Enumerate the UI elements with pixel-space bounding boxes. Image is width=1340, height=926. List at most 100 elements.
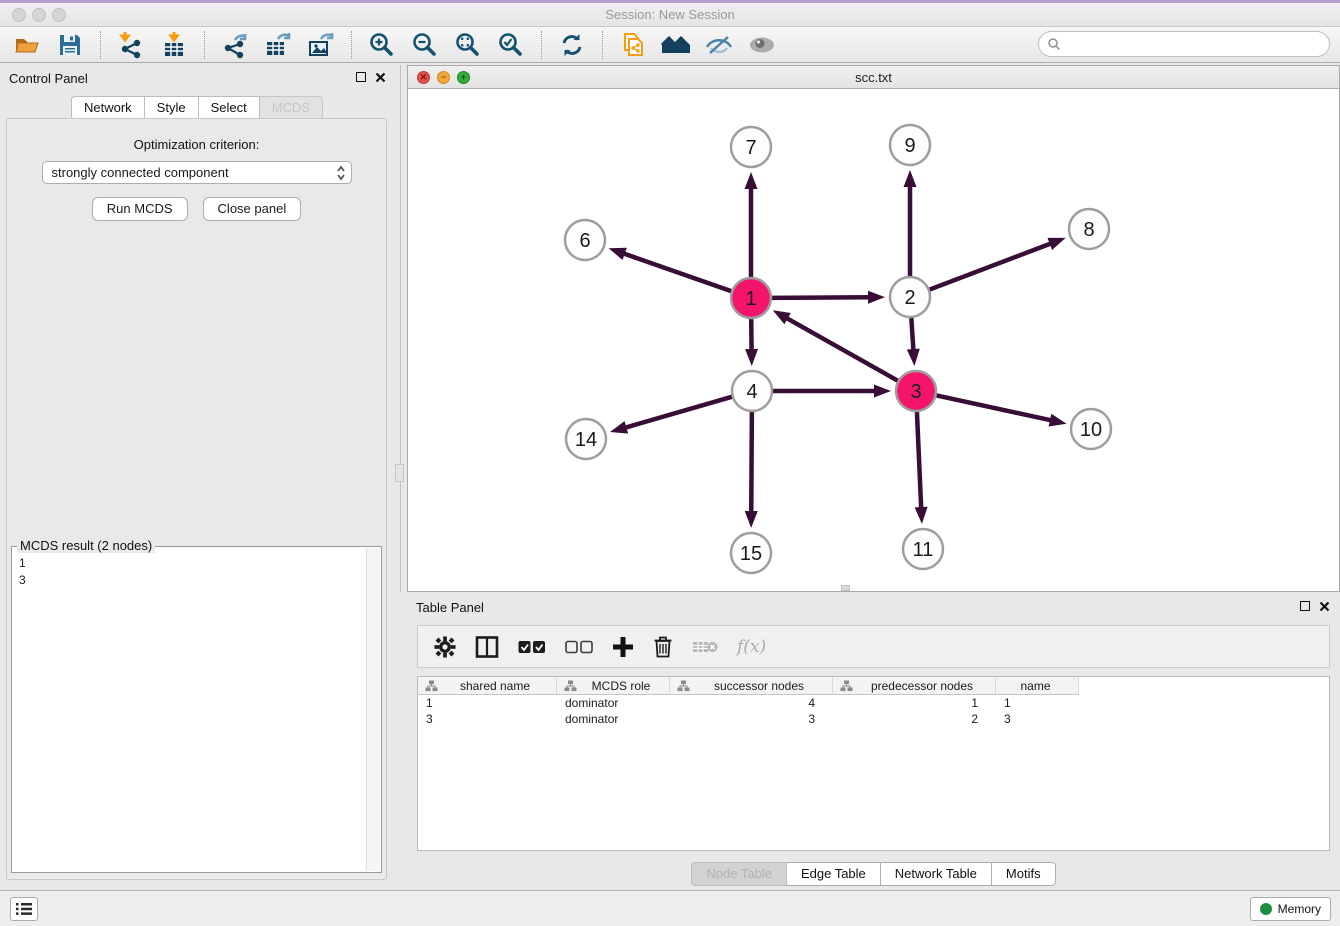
add-column-icon[interactable] xyxy=(612,636,634,658)
mcds-result-scrollbar[interactable] xyxy=(366,548,380,871)
graph-edge-arrow-4-14 xyxy=(610,421,628,433)
graph-node-2[interactable]: 2 xyxy=(890,277,930,317)
table-cell[interactable]: 1 xyxy=(418,695,557,711)
graph-edge-4-14[interactable] xyxy=(623,397,731,428)
export-network-icon[interactable] xyxy=(220,30,250,60)
table-cell[interactable]: 3 xyxy=(670,711,833,727)
float-panel-icon[interactable] xyxy=(356,72,366,82)
delete-column-icon[interactable] xyxy=(653,635,673,658)
import-table-icon[interactable] xyxy=(159,30,189,60)
memory-button[interactable]: Memory xyxy=(1250,897,1331,921)
tab-select[interactable]: Select xyxy=(199,96,260,120)
graph-edge-arrow-1-7 xyxy=(745,172,758,189)
graph-node-11[interactable]: 11 xyxy=(903,529,943,569)
table-cell[interactable]: dominator xyxy=(557,695,670,711)
copy-current-view-icon[interactable] xyxy=(618,30,648,60)
graph-node-3[interactable]: 3 xyxy=(896,371,936,411)
node-table[interactable]: shared nameMCDS rolesuccessor nodesprede… xyxy=(417,676,1330,851)
table-cell[interactable]: 1 xyxy=(833,695,996,711)
export-table-icon[interactable] xyxy=(263,30,293,60)
column-header-name[interactable]: name xyxy=(996,677,1079,695)
column-header-predecessor-nodes[interactable]: predecessor nodes xyxy=(833,677,996,695)
function-builder-icon[interactable]: f(x) xyxy=(737,637,766,657)
zoom-out-icon[interactable] xyxy=(410,30,440,60)
tab-network[interactable]: Network xyxy=(71,96,145,120)
table-cell[interactable]: 3 xyxy=(418,711,557,727)
graph-node-6[interactable]: 6 xyxy=(565,220,605,260)
open-session-icon[interactable] xyxy=(12,30,42,60)
tab-network-table[interactable]: Network Table xyxy=(881,862,992,886)
toolbar-separator xyxy=(602,31,603,59)
close-panel-button[interactable]: Close panel xyxy=(203,197,302,221)
graph-edge-1-6[interactable] xyxy=(622,253,731,291)
zoom-selected-icon[interactable] xyxy=(496,30,526,60)
float-table-panel-icon[interactable] xyxy=(1300,601,1310,611)
select-all-checkboxes-icon[interactable] xyxy=(518,640,546,654)
import-network-icon[interactable] xyxy=(116,30,146,60)
graph-edge-4-15[interactable] xyxy=(751,412,752,514)
graph-node-7[interactable]: 7 xyxy=(731,127,771,167)
tab-edge-table[interactable]: Edge Table xyxy=(787,862,881,886)
zoom-fit-icon[interactable] xyxy=(453,30,483,60)
close-panel-icon[interactable] xyxy=(375,72,386,83)
svg-text:9: 9 xyxy=(904,135,915,157)
optimization-criterion-select[interactable]: strongly connected component xyxy=(42,161,352,184)
column-header-successor-nodes[interactable]: successor nodes xyxy=(670,677,833,695)
network-canvas[interactable]: 7 9 6 8 1 2 4 3 14 10 15 11 xyxy=(408,89,1339,591)
graph-edge-3-1[interactable] xyxy=(785,317,898,381)
table-row[interactable]: 1dominator411 xyxy=(418,695,1329,711)
horizontal-splitter-handle[interactable] xyxy=(841,585,850,591)
refresh-icon[interactable] xyxy=(557,30,587,60)
column-layout-icon[interactable] xyxy=(475,636,499,658)
graph-node-8[interactable]: 8 xyxy=(1069,209,1109,249)
table-row[interactable]: 3dominator323 xyxy=(418,711,1329,727)
table-cell[interactable]: 3 xyxy=(996,711,1079,727)
graph-edge-3-10[interactable] xyxy=(937,395,1053,420)
table-cell[interactable]: 2 xyxy=(833,711,996,727)
network-graph[interactable]: 7 9 6 8 1 2 4 3 14 10 15 11 xyxy=(408,89,1339,591)
search-box[interactable] xyxy=(1038,31,1330,57)
column-header-shared-name[interactable]: shared name xyxy=(418,677,557,695)
table-cell[interactable]: 1 xyxy=(996,695,1079,711)
graph-edge-2-3[interactable] xyxy=(911,318,913,352)
save-session-icon[interactable] xyxy=(55,30,85,60)
first-neighbors-home-icon[interactable] xyxy=(661,30,691,60)
tab-node-table[interactable]: Node Table xyxy=(691,862,787,886)
vertical-splitter[interactable] xyxy=(400,65,401,592)
mcds-result-text[interactable]: 1 3 xyxy=(13,551,365,871)
deselect-all-checkboxes-icon[interactable] xyxy=(565,640,593,654)
graph-edge-arrow-4-15 xyxy=(745,511,758,528)
search-input[interactable] xyxy=(1066,34,1329,54)
graph-node-14[interactable]: 14 xyxy=(566,419,606,459)
run-mcds-button[interactable]: Run MCDS xyxy=(92,197,188,221)
delete-table-icon[interactable] xyxy=(692,639,718,655)
graph-node-1[interactable]: 1 xyxy=(731,278,771,318)
table-cell[interactable]: dominator xyxy=(557,711,670,727)
export-image-icon[interactable] xyxy=(306,30,336,60)
network-window-title: scc.txt xyxy=(408,70,1339,85)
tab-mcds[interactable]: MCDS xyxy=(260,96,323,120)
optimization-criterion-value: strongly connected component xyxy=(52,165,229,180)
graph-edge-2-8[interactable] xyxy=(930,243,1053,290)
graph-edge-3-11[interactable] xyxy=(917,412,921,510)
graph-node-15[interactable]: 15 xyxy=(731,533,771,573)
toolbar-separator xyxy=(351,31,352,59)
graph-node-10[interactable]: 10 xyxy=(1071,409,1111,449)
tab-motifs[interactable]: Motifs xyxy=(992,862,1056,886)
settings-gear-icon[interactable] xyxy=(434,636,456,658)
network-window-titlebar[interactable]: ✕ − + scc.txt xyxy=(408,66,1339,89)
vertical-splitter-handle[interactable] xyxy=(395,464,404,482)
column-header-MCDS-role[interactable]: MCDS role xyxy=(557,677,670,695)
graph-node-9[interactable]: 9 xyxy=(890,125,930,165)
show-all-eye-icon[interactable] xyxy=(747,30,777,60)
zoom-in-icon[interactable] xyxy=(367,30,397,60)
tab-style[interactable]: Style xyxy=(145,96,199,120)
svg-text:10: 10 xyxy=(1080,419,1102,441)
task-history-button[interactable] xyxy=(10,897,38,921)
graph-edge-arrow-2-8 xyxy=(1047,238,1065,250)
graph-node-4[interactable]: 4 xyxy=(732,371,772,411)
close-table-panel-icon[interactable] xyxy=(1319,601,1330,612)
hide-selected-eye-icon[interactable] xyxy=(704,30,734,60)
table-cell[interactable]: 4 xyxy=(670,695,833,711)
graph-edge-1-2[interactable] xyxy=(772,297,871,298)
